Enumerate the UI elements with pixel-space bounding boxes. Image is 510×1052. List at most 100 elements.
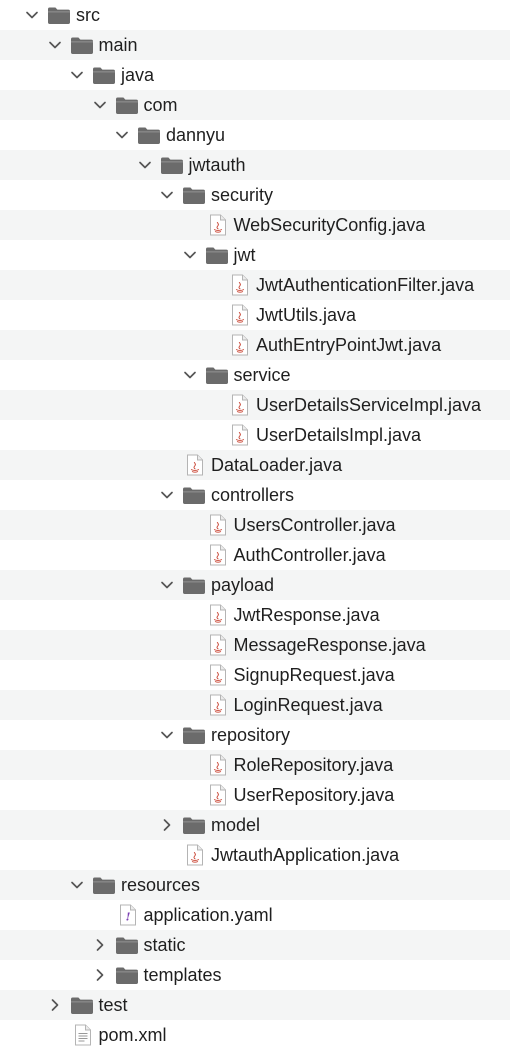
tree-folder-com[interactable]: com bbox=[0, 90, 510, 120]
folder-icon bbox=[70, 36, 94, 55]
tree-folder-templates[interactable]: templates bbox=[0, 960, 510, 990]
tree-file-jwtresponse-java[interactable]: JwtResponse.java bbox=[0, 600, 510, 630]
tree-file-signuprequest-java[interactable]: SignupRequest.java bbox=[0, 660, 510, 690]
tree-file-userscontroller-java[interactable]: UsersController.java bbox=[0, 510, 510, 540]
tree-item-label: DataLoader.java bbox=[211, 455, 343, 475]
project-file-tree: src main java com dannyu jwtauth security WebSe… bbox=[0, 0, 510, 1052]
xml-file-icon bbox=[74, 1024, 92, 1046]
chevron-down-icon[interactable] bbox=[47, 37, 63, 53]
tree-file-messageresponse-java[interactable]: MessageResponse.java bbox=[0, 630, 510, 660]
tree-item-label: WebSecurityConfig.java bbox=[233, 215, 426, 235]
tree-item-label: JwtauthApplication.java bbox=[211, 845, 400, 865]
tree-folder-jwtauth[interactable]: jwtauth bbox=[0, 150, 510, 180]
tree-folder-payload[interactable]: payload bbox=[0, 570, 510, 600]
tree-folder-dannyu[interactable]: dannyu bbox=[0, 120, 510, 150]
folder-icon bbox=[205, 366, 229, 385]
folder-icon bbox=[115, 936, 139, 955]
tree-folder-service[interactable]: service bbox=[0, 360, 510, 390]
tree-folder-controllers[interactable]: controllers bbox=[0, 480, 510, 510]
tree-item-label: java bbox=[121, 65, 155, 85]
chevron-down-icon[interactable] bbox=[114, 127, 130, 143]
tree-folder-src[interactable]: src bbox=[0, 0, 510, 30]
chevron-down-icon[interactable] bbox=[137, 157, 153, 173]
chevron-down-icon[interactable] bbox=[92, 97, 108, 113]
tree-item-label: SignupRequest.java bbox=[233, 665, 395, 685]
tree-file-loginrequest-java[interactable]: LoginRequest.java bbox=[0, 690, 510, 720]
folder-icon bbox=[70, 996, 94, 1015]
tree-item-label: test bbox=[98, 995, 128, 1015]
tree-file-userdetailsimpl-java[interactable]: UserDetailsImpl.java bbox=[0, 420, 510, 450]
java-file-icon bbox=[186, 454, 204, 476]
folder-icon bbox=[182, 186, 206, 205]
java-file-icon bbox=[231, 334, 249, 356]
chevron-down-icon[interactable] bbox=[69, 877, 85, 893]
tree-item-label: model bbox=[211, 815, 261, 835]
tree-item-label: jwtauth bbox=[188, 155, 246, 175]
folder-icon bbox=[182, 816, 206, 835]
tree-item-label: resources bbox=[121, 875, 201, 895]
folder-icon bbox=[160, 156, 184, 175]
folder-icon bbox=[182, 726, 206, 745]
folder-icon bbox=[205, 246, 229, 265]
chevron-right-icon[interactable] bbox=[92, 937, 108, 953]
chevron-right-icon[interactable] bbox=[159, 817, 175, 833]
tree-item-label: JwtUtils.java bbox=[256, 305, 357, 325]
tree-folder-resources[interactable]: resources bbox=[0, 870, 510, 900]
tree-item-label: pom.xml bbox=[98, 1025, 167, 1045]
tree-folder-static[interactable]: static bbox=[0, 930, 510, 960]
chevron-down-icon[interactable] bbox=[69, 67, 85, 83]
tree-folder-repository[interactable]: repository bbox=[0, 720, 510, 750]
folder-icon bbox=[115, 966, 139, 985]
svg-text:!: ! bbox=[125, 911, 130, 924]
java-file-icon bbox=[231, 304, 249, 326]
chevron-down-icon[interactable] bbox=[24, 7, 40, 23]
chevron-down-icon[interactable] bbox=[159, 187, 175, 203]
chevron-down-icon[interactable] bbox=[159, 577, 175, 593]
chevron-down-icon[interactable] bbox=[182, 247, 198, 263]
tree-item-label: jwt bbox=[233, 245, 256, 265]
chevron-down-icon[interactable] bbox=[159, 727, 175, 743]
chevron-down-icon[interactable] bbox=[182, 367, 198, 383]
tree-file-authentrypointjwt-java[interactable]: AuthEntryPointJwt.java bbox=[0, 330, 510, 360]
tree-folder-main[interactable]: main bbox=[0, 30, 510, 60]
tree-file-jwtauthenticationfilter-java[interactable]: JwtAuthenticationFilter.java bbox=[0, 270, 510, 300]
tree-item-label: UserRepository.java bbox=[233, 785, 395, 805]
chevron-right-icon[interactable] bbox=[47, 997, 63, 1013]
tree-item-label: UserDetailsImpl.java bbox=[256, 425, 422, 445]
folder-icon bbox=[115, 96, 139, 115]
tree-item-label: security bbox=[211, 185, 274, 205]
folder-icon bbox=[92, 876, 116, 895]
java-file-icon bbox=[209, 784, 227, 806]
tree-file-application-yaml[interactable]: ! application.yaml bbox=[0, 900, 510, 930]
folder-icon bbox=[137, 126, 161, 145]
tree-file-userrepository-java[interactable]: UserRepository.java bbox=[0, 780, 510, 810]
tree-item-label: service bbox=[233, 365, 291, 385]
tree-file-pom-xml[interactable]: pom.xml bbox=[0, 1020, 510, 1050]
folder-icon bbox=[92, 66, 116, 85]
tree-folder-security[interactable]: security bbox=[0, 180, 510, 210]
tree-file-jwtauthapplication-java[interactable]: JwtauthApplication.java bbox=[0, 840, 510, 870]
java-file-icon bbox=[209, 664, 227, 686]
tree-item-label: templates bbox=[143, 965, 222, 985]
tree-item-label: UsersController.java bbox=[233, 515, 396, 535]
tree-item-label: LoginRequest.java bbox=[233, 695, 383, 715]
java-file-icon bbox=[209, 544, 227, 566]
tree-file-userdetailsserviceimpl-java[interactable]: UserDetailsServiceImpl.java bbox=[0, 390, 510, 420]
tree-folder-test[interactable]: test bbox=[0, 990, 510, 1020]
chevron-right-icon[interactable] bbox=[92, 967, 108, 983]
chevron-down-icon[interactable] bbox=[159, 487, 175, 503]
tree-item-label: UserDetailsServiceImpl.java bbox=[256, 395, 482, 415]
tree-file-jwtutils-java[interactable]: JwtUtils.java bbox=[0, 300, 510, 330]
tree-file-websecurityconfig-java[interactable]: WebSecurityConfig.java bbox=[0, 210, 510, 240]
tree-file-dataloader-java[interactable]: DataLoader.java bbox=[0, 450, 510, 480]
folder-icon bbox=[47, 6, 71, 25]
tree-file-authcontroller-java[interactable]: AuthController.java bbox=[0, 540, 510, 570]
tree-folder-model[interactable]: model bbox=[0, 810, 510, 840]
tree-folder-jwt[interactable]: jwt bbox=[0, 240, 510, 270]
java-file-icon bbox=[209, 604, 227, 626]
tree-item-label: application.yaml bbox=[143, 905, 273, 925]
tree-file-rolerepository-java[interactable]: RoleRepository.java bbox=[0, 750, 510, 780]
tree-folder-java[interactable]: java bbox=[0, 60, 510, 90]
tree-item-label: repository bbox=[211, 725, 291, 745]
tree-item-label: main bbox=[98, 35, 138, 55]
